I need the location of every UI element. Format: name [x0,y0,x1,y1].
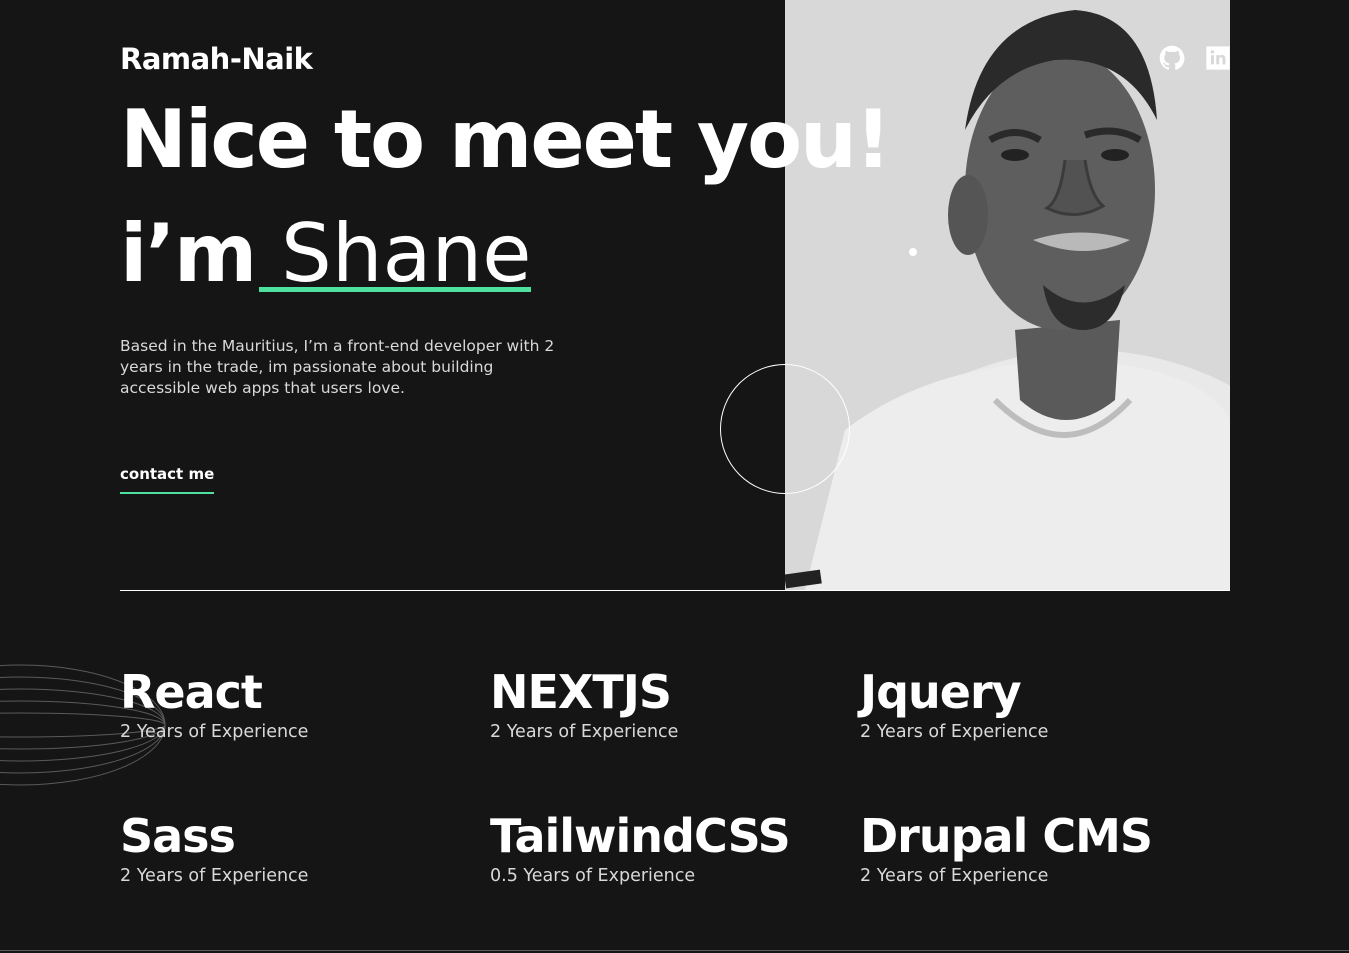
section-divider [120,590,1230,591]
social-links [1158,44,1232,72]
skill-experience: 0.5 Years of Experience [490,866,696,886]
github-icon[interactable] [1158,44,1186,72]
intro-text: Based in the Mauritius, I’m a front-end … [120,337,555,397]
footer-divider [0,950,1349,951]
hero-heading-line1: Nice to meet you! [120,93,891,186]
contact-me-link[interactable]: contact me [120,465,215,494]
skill-name: TailwindCSS [490,809,791,863]
skill-sass: Sass 2 Years of Experience [120,808,308,888]
skill-experience: 2 Years of Experience [120,866,309,886]
skill-drupal-cms: Drupal CMS 2 Years of Experience [860,808,1153,888]
linkedin-icon[interactable] [1204,44,1232,72]
skill-name: NEXTJS [490,665,672,719]
hero-name: Shane [259,207,532,300]
skill-react: React 2 Years of Experience [120,664,308,744]
skill-experience: 2 Years of Experience [860,722,1049,742]
hero-heading-prefix: i’m [120,207,257,300]
skill-name: Drupal CMS [860,809,1153,863]
skill-jquery: Jquery 2 Years of Experience [860,664,1048,744]
skill-name: Sass [120,809,236,863]
skill-tailwindcss: TailwindCSS 0.5 Years of Experience [490,808,791,888]
hero-heading: Nice to meet you! i’m Shane [120,90,891,304]
skill-name: Jquery [860,665,1022,719]
skill-experience: 2 Years of Experience [490,722,679,742]
skill-name: React [120,665,263,719]
name-underline [259,287,532,292]
skill-experience: 2 Years of Experience [860,866,1049,886]
decorative-circle [720,364,850,494]
skill-nextjs: NEXTJS 2 Years of Experience [490,664,678,744]
brand-logo[interactable]: Ramah-Naik [120,42,313,76]
hero-heading-line2: i’m Shane [120,204,889,304]
skill-experience: 2 Years of Experience [120,722,309,742]
